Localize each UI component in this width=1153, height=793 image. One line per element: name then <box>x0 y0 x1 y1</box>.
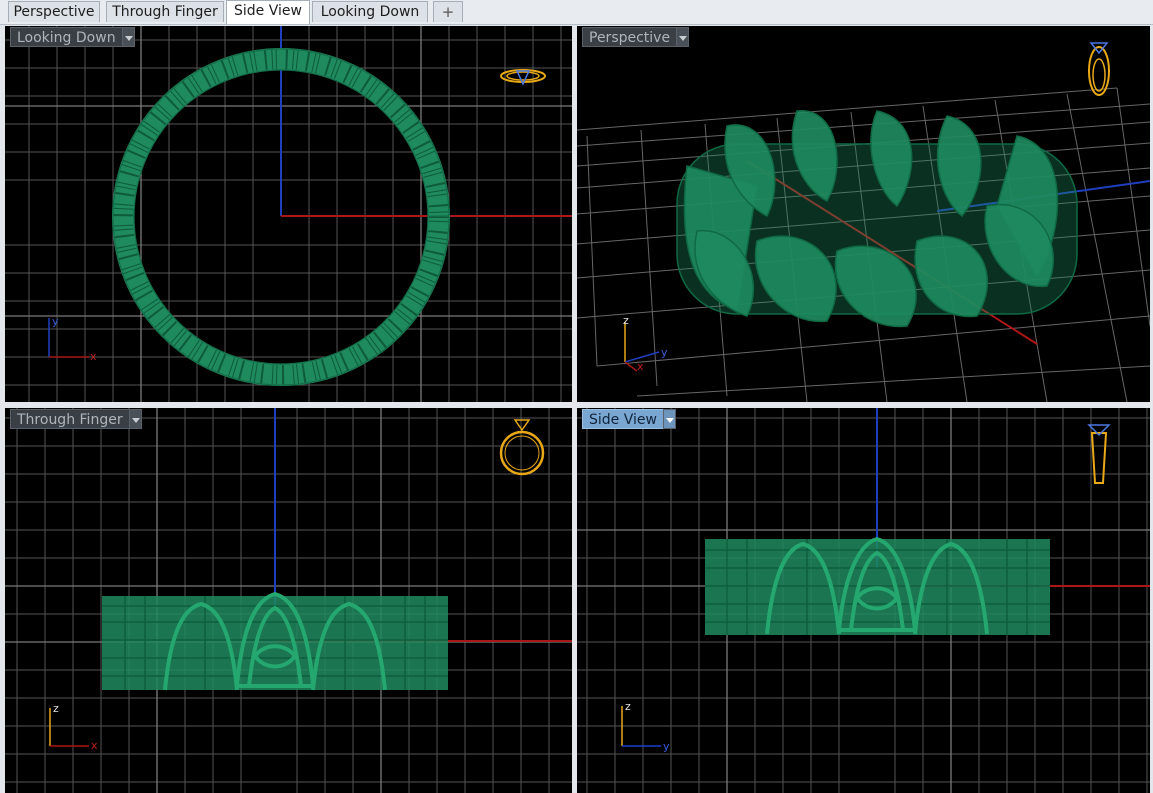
axis-label-x: x <box>637 360 644 373</box>
axis-label-y: y <box>663 740 670 753</box>
viewport-canvas[interactable]: z y <box>577 408 1150 793</box>
add-tab-button[interactable]: + <box>433 1 463 22</box>
chevron-down-icon[interactable] <box>121 27 135 47</box>
viewport-canvas[interactable]: z x <box>5 408 572 793</box>
viewport-perspective[interactable]: z y x Perspective <box>577 26 1150 402</box>
viewport-name[interactable]: Through Finger <box>10 409 129 429</box>
viewport-canvas[interactable]: z y x <box>577 26 1150 402</box>
viewport-title-side-view[interactable]: Side View <box>582 409 676 429</box>
ring-gizmo-icon <box>1088 42 1110 96</box>
axis-label-x: x <box>91 739 98 752</box>
ring-gizmo-icon <box>500 69 546 86</box>
viewport-through-finger[interactable]: z x Through Finger <box>5 408 572 793</box>
viewport-side-view[interactable]: z y Side View <box>577 408 1150 793</box>
tab-through-finger[interactable]: Through Finger <box>106 1 224 22</box>
viewport-canvas[interactable]: y x <box>5 26 572 402</box>
ring-model-perspective <box>676 110 1078 328</box>
viewport-tab-bar: Perspective Through Finger Side View Loo… <box>0 0 1153 25</box>
viewport-title-perspective[interactable]: Perspective <box>582 27 690 47</box>
axis-label-y: y <box>661 346 668 359</box>
chevron-down-icon[interactable] <box>662 409 676 429</box>
ring-gizmo-icon <box>499 419 545 476</box>
viewport-looking-down[interactable]: y x Looking Down <box>5 26 572 402</box>
chevron-down-icon[interactable] <box>676 27 690 47</box>
axis-label-y: y <box>52 315 59 328</box>
tab-looking-down[interactable]: Looking Down <box>312 1 428 22</box>
viewport-name[interactable]: Perspective <box>582 27 677 47</box>
viewport-title-looking-down[interactable]: Looking Down <box>10 27 135 47</box>
viewport-title-through-finger[interactable]: Through Finger <box>10 409 142 429</box>
tab-side-view[interactable]: Side View <box>226 0 310 24</box>
ring-model-side <box>705 536 1050 635</box>
axis-label-z: z <box>625 700 631 713</box>
chevron-down-icon[interactable] <box>128 409 142 429</box>
grid <box>5 26 572 402</box>
ring-model-front <box>102 591 448 691</box>
viewport-name[interactable]: Looking Down <box>10 27 122 47</box>
axis-label-z: z <box>623 314 629 327</box>
axis-label-z: z <box>53 702 59 715</box>
tab-perspective[interactable]: Perspective <box>8 1 100 22</box>
axis-label-x: x <box>90 350 97 363</box>
viewport-name[interactable]: Side View <box>582 409 663 429</box>
plus-icon: + <box>441 3 455 21</box>
